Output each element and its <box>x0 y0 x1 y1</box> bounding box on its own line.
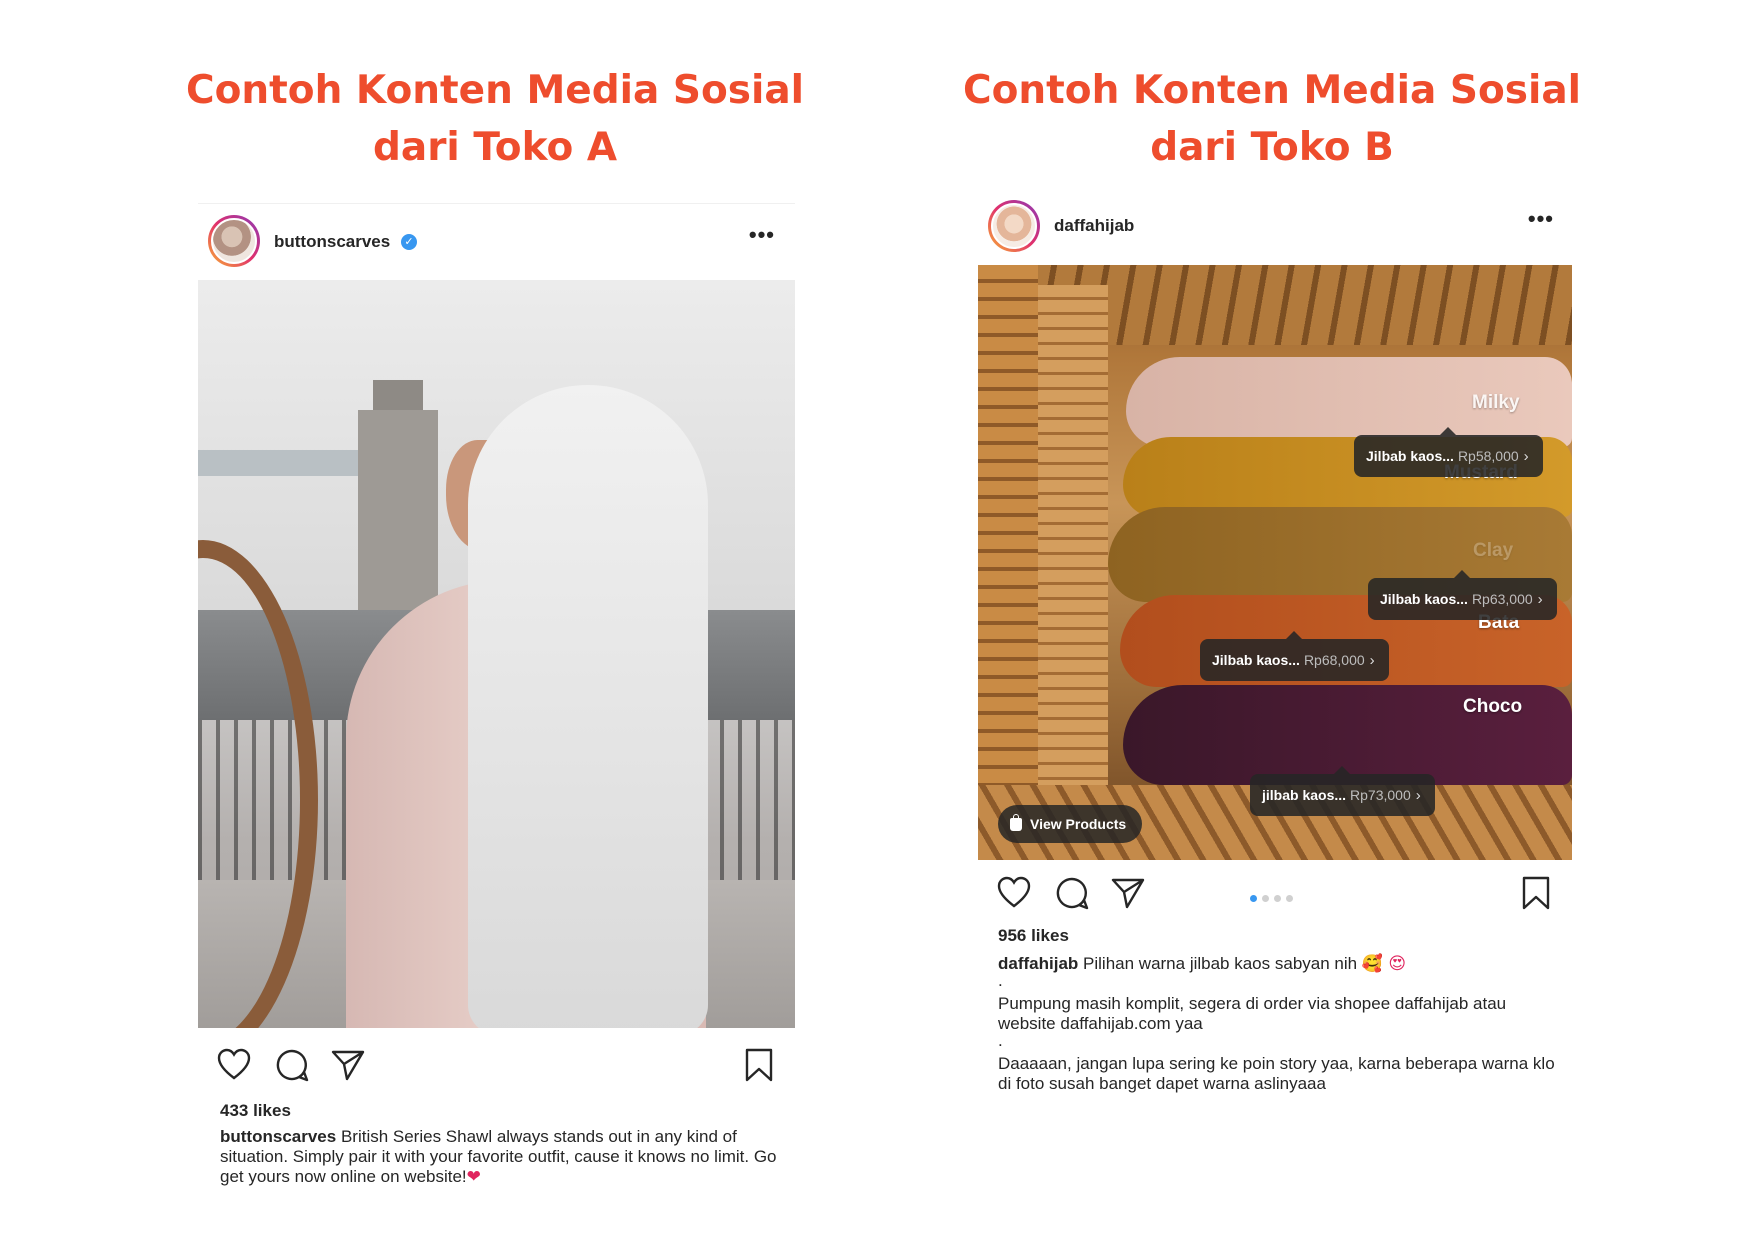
bookmark-icon[interactable] <box>741 1047 777 1083</box>
chevron-right-icon: › <box>1523 448 1529 465</box>
carousel-indicator <box>1250 889 1298 907</box>
caption-text: Daaaaan, jangan lupa sering ke poin stor… <box>998 1054 1555 1093</box>
caption-text: Pumpung masih komplit, segera di order v… <box>998 994 1507 1033</box>
photo-wicker-left <box>978 265 1038 860</box>
share-icon[interactable] <box>330 1047 366 1083</box>
post-header: daffahijab ••• <box>978 192 1572 262</box>
post-photo[interactable]: Milky Mustard Clay Bata Choco Jilbab kao… <box>978 265 1572 860</box>
username[interactable]: daffahijab <box>1054 216 1134 236</box>
heading-toko-b: Contoh Konten Media Sosial dari Toko B <box>952 62 1592 176</box>
photo-wicker-post <box>1038 285 1108 805</box>
instagram-post-a: buttonscarves ✓ ••• 433 likes buttonscar… <box>198 203 795 1204</box>
heart-icon[interactable] <box>216 1047 252 1083</box>
heart-emoji-icon: ❤ <box>466 1167 481 1187</box>
shopping-bag-icon <box>1010 814 1022 831</box>
product-tag-name: Jilbab kaos... <box>1366 448 1454 464</box>
avatar[interactable] <box>988 200 1040 252</box>
avatar-image <box>211 218 257 264</box>
post-header: buttonscarves ✓ ••• <box>198 204 795 274</box>
caption-separator: . <box>998 971 1003 990</box>
caption-username[interactable]: daffahijab <box>998 954 1078 973</box>
product-tag-price: Rp68,000 <box>1303 652 1365 668</box>
smiling-hearts-emoji-icon: 🥰 😍 <box>1361 954 1407 974</box>
photo-scarf <box>468 385 708 1028</box>
caption-username[interactable]: buttonscarves <box>220 1127 336 1146</box>
product-tag-name: jilbab kaos... <box>1262 787 1347 803</box>
product-tag-price: Rp73,000 <box>1350 787 1411 803</box>
product-tag[interactable]: jilbab kaos... Rp73,000 › <box>1250 766 1435 816</box>
product-tag-name: Jilbab kaos... <box>1380 591 1468 607</box>
post-actions <box>978 875 1572 915</box>
verified-icon: ✓ <box>401 234 417 250</box>
heading-toko-a: Contoh Konten Media Sosial dari Toko A <box>175 62 815 176</box>
chevron-right-icon: › <box>1415 787 1421 804</box>
more-icon[interactable]: ••• <box>749 222 775 248</box>
product-tag-name: Jilbab kaos... <box>1212 652 1300 668</box>
product-tag-price: Rp63,000 <box>1471 591 1533 607</box>
post-caption: buttonscarves British Series Shawl alway… <box>220 1127 780 1187</box>
chevron-right-icon: › <box>1537 591 1543 608</box>
bookmark-icon[interactable] <box>1518 875 1554 911</box>
post-caption: daffahijab Pilihan warna jilbab kaos sab… <box>998 954 1558 1102</box>
caption-separator: . <box>998 1031 1003 1050</box>
color-label-choco: Choco <box>1463 696 1523 717</box>
heading-line: Contoh Konten Media Sosial <box>962 68 1582 113</box>
color-label-milky: Milky <box>1472 392 1520 413</box>
product-tag[interactable]: Jilbab kaos... Rp58,000 › <box>1354 427 1543 477</box>
chevron-right-icon: › <box>1369 652 1375 669</box>
avatar-image <box>991 203 1037 249</box>
carousel-dot <box>1286 895 1293 902</box>
carousel-dot <box>1274 895 1281 902</box>
avatar[interactable] <box>208 215 260 267</box>
comment-icon[interactable] <box>274 1047 310 1083</box>
likes-count[interactable]: 956 likes <box>998 926 1069 946</box>
post-actions <box>198 1047 795 1087</box>
color-label-clay: Clay <box>1473 540 1514 561</box>
carousel-dot-active <box>1250 895 1257 902</box>
post-photo[interactable] <box>198 280 795 1028</box>
heading-line: dari Toko A <box>372 125 618 170</box>
instagram-post-b: daffahijab ••• Milky Mustard Clay Bata C… <box>978 192 1572 1152</box>
comment-icon[interactable] <box>1054 875 1090 911</box>
share-icon[interactable] <box>1110 875 1146 911</box>
username[interactable]: buttonscarves <box>274 232 390 252</box>
carousel-dot <box>1262 895 1269 902</box>
product-tag[interactable]: Jilbab kaos... Rp63,000 › <box>1368 570 1557 620</box>
view-products-label: View Products <box>1030 816 1127 832</box>
view-products-button[interactable]: View Products <box>998 805 1143 843</box>
likes-count[interactable]: 433 likes <box>220 1101 291 1121</box>
product-tag-price: Rp58,000 <box>1457 448 1519 464</box>
heading-line: Contoh Konten Media Sosial <box>185 68 805 113</box>
caption-truncated-line <box>998 1094 1558 1102</box>
caption-first-line: daffahijab Pilihan warna jilbab kaos sab… <box>998 954 1558 974</box>
caption-text: Pilihan warna jilbab kaos sabyan nih <box>1083 954 1358 973</box>
heading-line: dari Toko B <box>1150 125 1394 170</box>
product-tag[interactable]: Jilbab kaos... Rp68,000 › <box>1200 631 1389 681</box>
more-icon[interactable]: ••• <box>1528 206 1554 232</box>
heart-icon[interactable] <box>996 875 1032 911</box>
